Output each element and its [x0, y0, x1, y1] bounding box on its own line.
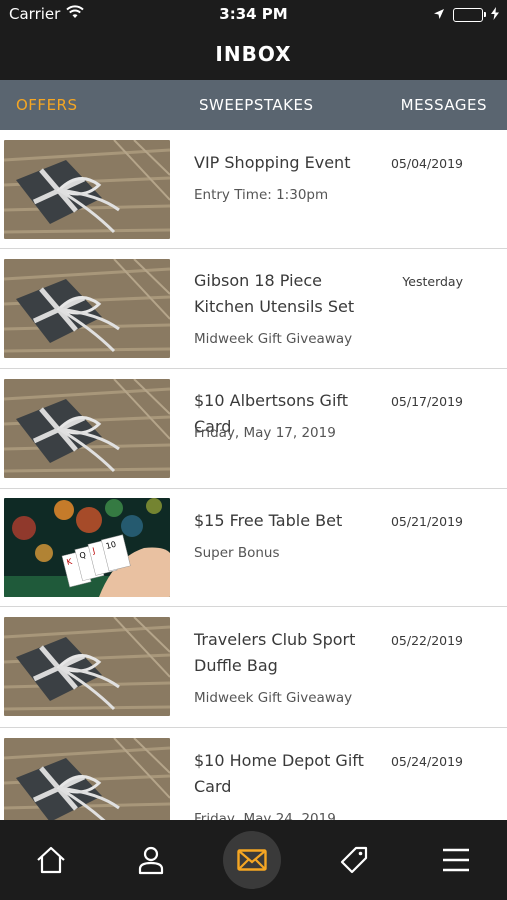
status-right: [433, 6, 499, 24]
bottom-nav: [0, 820, 507, 900]
item-subtitle: Friday, May 17, 2019: [194, 425, 336, 441]
gift-image: [4, 379, 170, 478]
item-date: 05/22/2019: [390, 633, 463, 648]
item-date: 05/04/2019: [390, 156, 463, 171]
item-date: Yesterday: [402, 274, 463, 289]
list-item[interactable]: Travelers Club Sport Duffle Bag Midweek …: [0, 607, 507, 728]
inbox-screen: Carrier 3:34 PM INBOX OFFERS SWEEPSTAKES…: [0, 0, 507, 900]
item-subtitle: Midweek Gift Giveaway: [194, 690, 353, 706]
page-title: INBOX: [215, 42, 292, 66]
tab-offers[interactable]: OFFERS: [16, 96, 77, 114]
battery-icon: [453, 8, 486, 22]
gift-image: [4, 259, 170, 358]
item-title: $15 Free Table Bet: [194, 511, 343, 530]
app-header: INBOX: [0, 28, 507, 80]
list-item[interactable]: Gibson 18 Piece Kitchen Utensils Set Mid…: [0, 249, 507, 369]
location-arrow-icon: [433, 6, 445, 24]
tab-messages[interactable]: MESSAGES: [401, 96, 487, 114]
item-subtitle: Friday, May 24, 2019: [194, 811, 336, 820]
status-bar: Carrier 3:34 PM: [0, 0, 507, 28]
item-subtitle: Entry Time: 1:30pm: [194, 187, 329, 203]
list-item[interactable]: VIP Shopping Event Entry Time: 1:30pm 05…: [0, 130, 507, 249]
item-title: $10 Home Depot Gift Card: [194, 751, 364, 796]
list-item[interactable]: $10 Albertsons Gift Card Friday, May 17,…: [0, 369, 507, 489]
playing-cards-image: K Q J 10: [4, 498, 170, 597]
list-item[interactable]: $10 Home Depot Gift Card Friday, May 24,…: [0, 728, 507, 820]
inbox-tabs: OFFERS SWEEPSTAKES MESSAGES: [0, 80, 507, 130]
item-title: VIP Shopping Event: [194, 153, 351, 172]
item-title: Travelers Club Sport Duffle Bag: [194, 630, 356, 675]
gift-image: [4, 617, 170, 716]
item-date: 05/17/2019: [390, 394, 463, 409]
status-time: 3:34 PM: [219, 5, 288, 23]
item-subtitle: Midweek Gift Giveaway: [194, 331, 353, 347]
item-subtitle: Super Bonus: [194, 545, 280, 561]
item-date: 05/24/2019: [390, 754, 463, 769]
mail-icon[interactable]: [223, 831, 281, 889]
tab-sweepstakes[interactable]: SWEEPSTAKES: [199, 96, 313, 114]
gift-image: [4, 738, 170, 820]
tag-icon[interactable]: [334, 840, 374, 880]
menu-icon[interactable]: [436, 840, 476, 880]
item-title: Gibson 18 Piece Kitchen Utensils Set: [194, 271, 355, 316]
home-icon[interactable]: [31, 840, 71, 880]
offer-list: VIP Shopping Event Entry Time: 1:30pm 05…: [0, 130, 507, 820]
profile-icon[interactable]: [131, 840, 171, 880]
charging-bolt-icon: [491, 6, 499, 24]
list-item[interactable]: K Q J 10 $15 Free Table Bet Super Bonus …: [0, 489, 507, 607]
item-date: 05/21/2019: [390, 514, 463, 529]
gift-image: [4, 140, 170, 239]
